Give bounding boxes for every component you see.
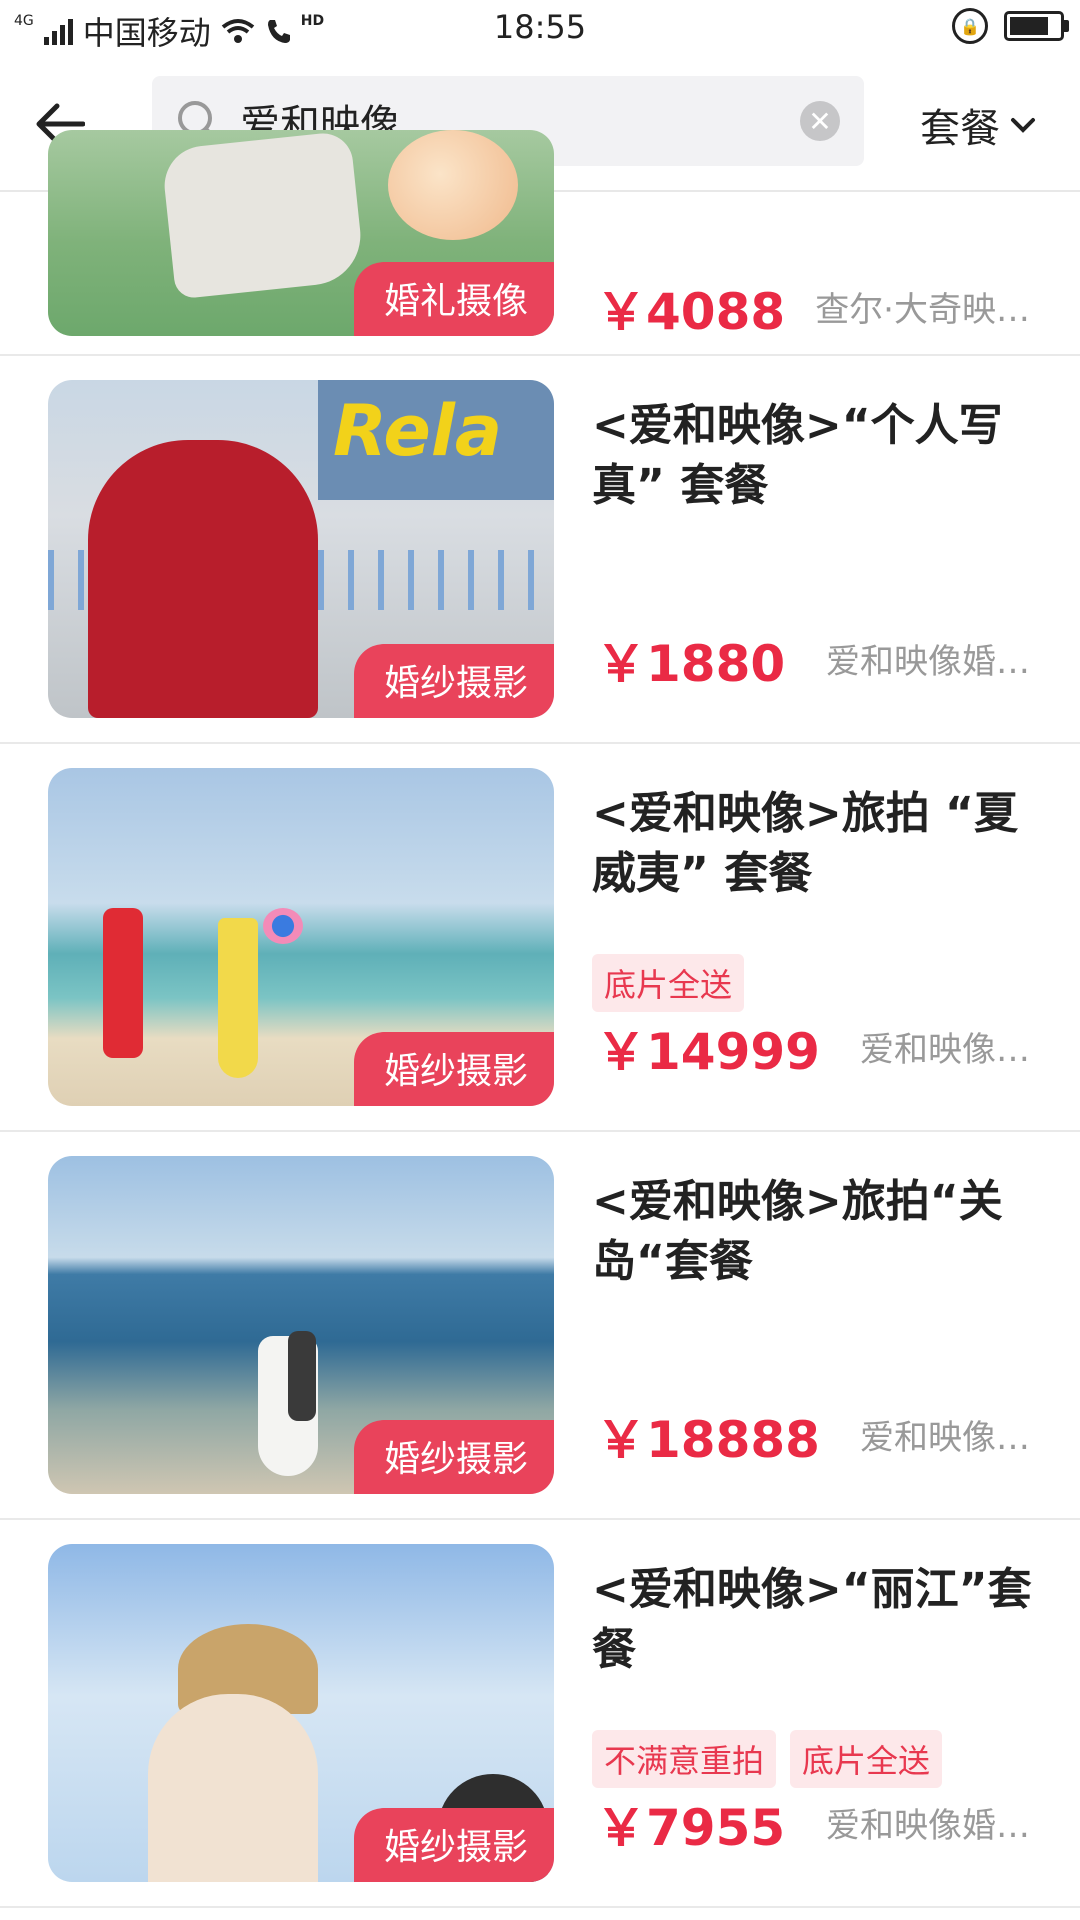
price: ￥7955: [596, 1799, 786, 1857]
package-title: <爱和映像>“丽江”套餐: [592, 1564, 1032, 1675]
woman-figure-graphic: [148, 1694, 318, 1882]
package-thumbnail: 婚礼摄像: [48, 130, 554, 336]
package-title: <爱和映像>“个人写真” 套餐: [592, 400, 1003, 511]
tag-list: 不满意重拍 底片全送: [592, 1730, 943, 1788]
chevron-down-icon: [1011, 118, 1035, 133]
category-badge: 婚纱摄影: [353, 1420, 554, 1494]
package-title: <爱和映像>旅拍“关岛“套餐: [592, 1176, 1003, 1287]
category-badge: 婚纱摄影: [353, 1032, 554, 1106]
price: ￥1880: [596, 635, 786, 693]
package-thumbnail: 婚纱摄影: [48, 1544, 554, 1882]
price: ￥4088: [596, 283, 786, 341]
shop-name: 爱和映像婚…: [826, 1806, 1030, 1846]
package-list: 婚礼摄像 ￥4088 查尔·大奇映… Rela 婚纱摄影 <爱和映像>“个人写真…: [0, 130, 1080, 1908]
package-thumbnail: 婚纱摄影: [48, 768, 554, 1106]
tag-list: 底片全送: [592, 954, 745, 1012]
package-thumbnail: 婚纱摄影: [48, 1156, 554, 1494]
list-item[interactable]: 婚纱摄影 <爱和映像>旅拍“关岛“套餐 ￥18888 爱和映像…: [0, 1132, 1080, 1520]
category-badge: 婚纱摄影: [353, 644, 554, 718]
rotation-lock-icon: 🔒: [952, 8, 988, 44]
groom-graphic: [288, 1331, 316, 1421]
list-item[interactable]: 婚纱摄影 <爱和映像>旅拍 “夏威夷” 套餐 底片全送 ￥14999 爱和映像…: [0, 744, 1080, 1132]
clock: 18:55: [493, 8, 587, 46]
category-filter-dropdown[interactable]: 套餐: [920, 96, 1036, 154]
list-item[interactable]: 婚礼摄像 ￥4088 查尔·大奇映…: [0, 130, 1080, 356]
tag: 不满意重拍: [592, 1730, 777, 1788]
woman-figure-graphic: [218, 918, 258, 1078]
person-graphic: [88, 440, 318, 718]
shop-name: 爱和映像…: [860, 1418, 1030, 1458]
billboard-text: Rela: [333, 390, 503, 472]
price: ￥18888: [596, 1411, 820, 1469]
category-badge: 婚纱摄影: [353, 1808, 554, 1882]
shop-name: 查尔·大奇映…: [815, 290, 1030, 330]
balloons-graphic: [263, 908, 303, 944]
list-item[interactable]: Rela 婚纱摄影 <爱和映像>“个人写真” 套餐 ￥1880 爱和映像婚…: [0, 356, 1080, 744]
price: ￥14999: [596, 1023, 820, 1081]
shop-name: 爱和映像…: [860, 1030, 1030, 1070]
list-item[interactable]: 婚纱摄影 <爱和映像>“丽江”套餐 不满意重拍 底片全送 ￥7955 爱和映像婚…: [0, 1520, 1080, 1908]
clear-icon[interactable]: ✕: [800, 101, 840, 141]
status-right: 🔒: [952, 8, 1069, 44]
tag: 底片全送: [790, 1730, 943, 1788]
filter-label: 套餐: [920, 106, 1000, 152]
welcome-sign-graphic: [160, 130, 366, 300]
shop-name: 爱和映像婚…: [826, 642, 1030, 682]
package-title: <爱和映像>旅拍 “夏威夷” 套餐: [592, 788, 1018, 899]
battery-icon: [1004, 11, 1069, 41]
package-thumbnail: Rela 婚纱摄影: [48, 380, 554, 718]
flower-graphic: [388, 130, 518, 240]
tag: 底片全送: [592, 954, 745, 1012]
status-bar: 4G 中国移动 HD 18:55 🔒: [0, 0, 1080, 56]
category-badge: 婚礼摄像: [353, 262, 554, 336]
man-figure-graphic: [103, 908, 143, 1058]
